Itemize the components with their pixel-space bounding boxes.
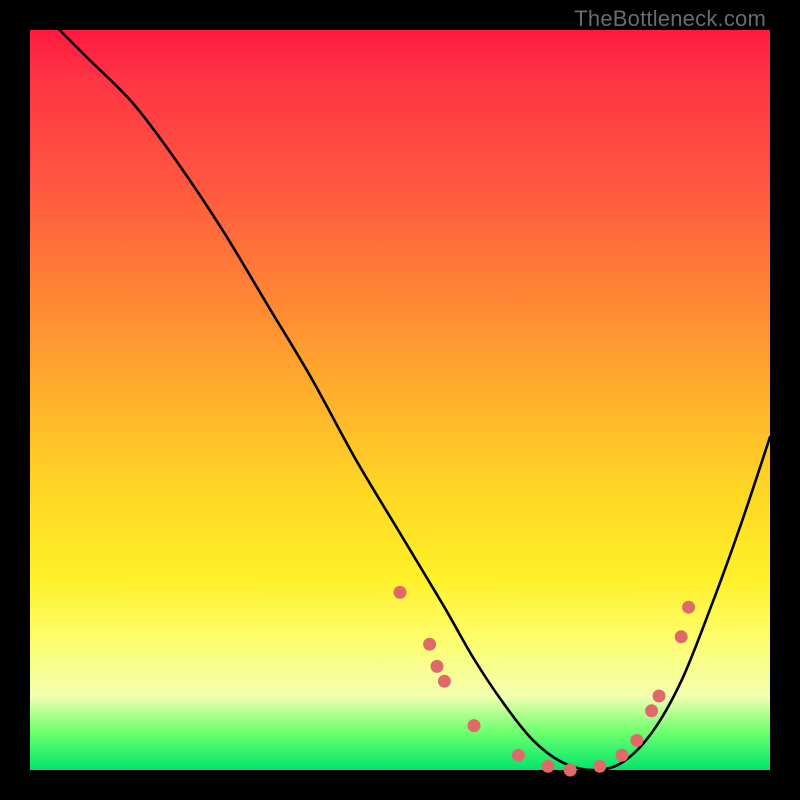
curve-markers bbox=[394, 586, 696, 777]
curve-marker bbox=[682, 601, 695, 614]
curve-marker bbox=[593, 760, 606, 773]
watermark-text: TheBottleneck.com bbox=[574, 6, 766, 32]
curve-marker bbox=[394, 586, 407, 599]
curve-marker bbox=[468, 719, 481, 732]
chart-stage: TheBottleneck.com bbox=[0, 0, 800, 800]
curve-marker bbox=[564, 764, 577, 777]
curve-marker bbox=[645, 704, 658, 717]
curve-marker bbox=[438, 675, 451, 688]
curve-marker bbox=[512, 749, 525, 762]
curve-marker bbox=[542, 760, 555, 773]
curve-marker bbox=[653, 690, 666, 703]
curve-marker bbox=[423, 638, 436, 651]
curve-marker bbox=[616, 749, 629, 762]
curve-marker bbox=[431, 660, 444, 673]
curve-marker bbox=[675, 630, 688, 643]
chart-svg bbox=[30, 30, 770, 770]
bottleneck-curve bbox=[60, 30, 770, 770]
curve-marker bbox=[630, 734, 643, 747]
plot-area bbox=[30, 30, 770, 770]
